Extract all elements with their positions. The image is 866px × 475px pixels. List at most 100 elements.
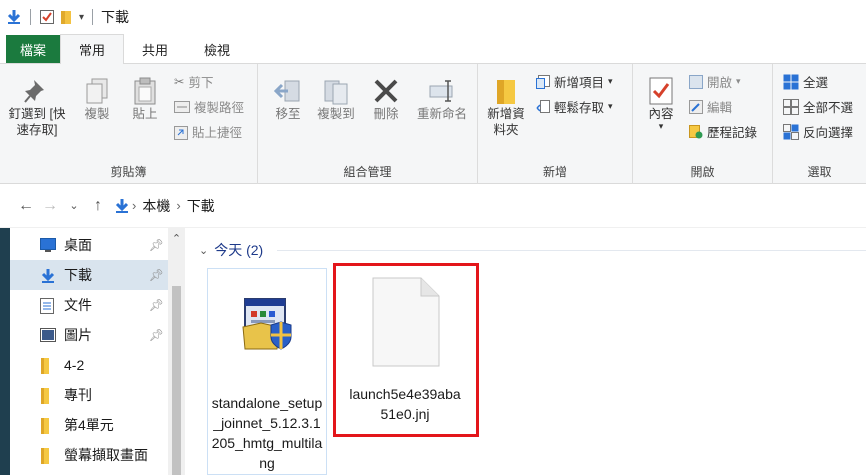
nav-item-label: 4-2	[64, 357, 85, 373]
tab-share[interactable]: 共用	[124, 35, 186, 63]
copy-path-button[interactable]: 複製路徑	[174, 97, 244, 116]
window-title: 下載	[101, 9, 130, 25]
nav-item-documents[interactable]: 文件 📌︎	[10, 290, 168, 320]
rename-icon	[429, 80, 453, 102]
documents-icon	[40, 298, 54, 314]
forward-arrow-icon[interactable]: →	[38, 197, 62, 215]
tab-view[interactable]: 檢視	[186, 35, 248, 63]
dropdown-arrow-icon: ▾	[736, 76, 741, 86]
ribbon-tabs: 檔案 常用 共用 檢視	[0, 34, 866, 64]
breadcrumb-separator-icon[interactable]: ›	[176, 198, 180, 213]
folder-icon	[41, 388, 49, 404]
clipboard-group-label: 剪貼簿	[110, 165, 147, 179]
nav-item-folder[interactable]: 第4單元	[10, 410, 168, 440]
divider	[30, 9, 31, 25]
file-name: standalone_setup_joinnet_5.12.3.1205_hmt…	[211, 395, 323, 471]
up-arrow-icon[interactable]: ↑	[86, 197, 110, 215]
breadcrumb-this-pc[interactable]: 本機	[142, 196, 170, 216]
select-all-button[interactable]: 全選	[783, 72, 828, 91]
paste-icon	[134, 77, 156, 105]
select-none-label: 全部不選	[803, 101, 854, 115]
new-folder-label: 新增資料夾	[487, 107, 525, 137]
cut-button[interactable]: ✂ 剪下	[174, 72, 214, 91]
paste-shortcut-label: 貼上捷徑	[192, 126, 243, 140]
pin-icon	[24, 80, 44, 103]
properties-icon	[649, 77, 673, 105]
download-arrow-icon[interactable]	[6, 9, 22, 25]
properties-button[interactable]: 內容 ▾	[641, 76, 681, 131]
scroll-up-icon[interactable]: ⌃	[168, 232, 185, 245]
open-button[interactable]: 開啟 ▾	[689, 72, 741, 91]
open-group: 內容 ▾ 開啟 ▾ 編輯 歷程記錄 開啟	[633, 64, 773, 184]
nav-item-downloads[interactable]: 下載 📌︎	[10, 260, 168, 290]
scissors-icon: ✂	[174, 75, 185, 89]
rename-button[interactable]: 重新命名	[412, 76, 472, 122]
tab-file[interactable]: 檔案	[6, 35, 61, 63]
pin-quick-access-label: 釘選到 [快速存取]	[8, 107, 66, 137]
pin-icon[interactable]: 📌︎	[149, 298, 164, 312]
pin-icon[interactable]: 📌︎	[149, 328, 164, 342]
copy-path-icon	[174, 100, 190, 113]
dropdown-arrow-icon: ▾	[608, 101, 613, 111]
title-bar: ▾ 下載	[0, 0, 866, 34]
history-button[interactable]: 歷程記錄	[689, 122, 757, 141]
pin-icon[interactable]: 📌︎	[149, 238, 164, 252]
delete-button[interactable]: 刪除	[368, 76, 404, 122]
pin-icon[interactable]: 📌︎	[149, 268, 164, 282]
paste-shortcut-button[interactable]: 貼上捷徑	[174, 122, 242, 141]
file-list: ⌄ 今天 (2) standalone_setup_joinnet_5.12.3…	[185, 228, 866, 475]
select-none-icon	[783, 98, 799, 115]
back-arrow-icon[interactable]: ←	[14, 197, 38, 215]
scroll-thumb[interactable]	[172, 286, 181, 475]
nav-item-folder[interactable]: 螢幕擷取畫面	[10, 440, 168, 470]
paste-shortcut-icon	[174, 125, 188, 140]
nav-item-label: 第4單元	[64, 417, 114, 433]
move-to-button[interactable]: 移至	[270, 76, 306, 122]
invert-selection-label: 反向選擇	[803, 126, 854, 140]
nav-item-folder[interactable]: 4-2	[10, 350, 168, 380]
tab-home[interactable]: 常用	[60, 34, 125, 64]
organize-group-label: 組合管理	[343, 165, 392, 179]
properties-check-icon[interactable]	[39, 9, 55, 25]
select-group: 全選 全部不選 反向選擇 選取	[773, 64, 866, 184]
downloads-location-icon	[115, 198, 129, 213]
history-label: 歷程記錄	[707, 126, 758, 140]
delete-label: 刪除	[373, 107, 399, 121]
copy-to-button[interactable]: 複製到	[312, 76, 360, 122]
dropdown-arrow-icon: ▾	[608, 76, 613, 86]
new-folder-button[interactable]: 新增資料夾	[484, 76, 528, 138]
nav-item-folder[interactable]: 專刊	[10, 380, 168, 410]
invert-selection-icon	[783, 123, 799, 140]
highlight-annotation	[333, 263, 479, 437]
easy-access-button[interactable]: 輕鬆存取 ▾	[536, 97, 613, 116]
copy-button[interactable]: 複製	[78, 76, 116, 122]
breadcrumb-separator-icon[interactable]: ›	[132, 198, 136, 213]
paste-label: 貼上	[132, 107, 158, 121]
pin-quick-access-button[interactable]: 釘選到 [快速存取]	[6, 76, 68, 138]
nav-item-pictures[interactable]: 圖片 📌︎	[10, 320, 168, 350]
divider	[92, 9, 94, 25]
recent-locations-chevron-icon[interactable]: ⌄	[62, 199, 86, 212]
rename-label: 重新命名	[416, 107, 467, 121]
new-item-button[interactable]: 新增項目 ▾	[536, 72, 613, 91]
open-label: 開啟	[707, 76, 733, 90]
easy-access-label: 輕鬆存取	[554, 101, 605, 115]
new-group-label: 新增	[542, 165, 567, 179]
move-to-label: 移至	[275, 107, 301, 121]
customize-dropdown-icon[interactable]: ▾	[79, 12, 84, 23]
nav-item-label: 螢幕擷取畫面	[64, 447, 148, 463]
edit-button[interactable]: 編輯	[689, 97, 732, 116]
nav-item-desktop[interactable]: 桌面 📌︎	[10, 230, 168, 260]
nav-item-label: 專刊	[64, 387, 92, 403]
paste-button[interactable]: 貼上	[126, 76, 164, 122]
file-item[interactable]: standalone_setup_joinnet_5.12.3.1205_hmt…	[207, 268, 327, 475]
chevron-down-icon: ⌄	[199, 244, 209, 257]
group-header-today[interactable]: ⌄ 今天 (2)	[199, 240, 263, 260]
folder-icon	[41, 418, 49, 434]
new-folder-icon[interactable]	[59, 9, 75, 25]
select-none-button[interactable]: 全部不選	[783, 97, 853, 116]
open-icon	[689, 74, 703, 89]
breadcrumb-downloads[interactable]: 下載	[187, 196, 215, 216]
invert-selection-button[interactable]: 反向選擇	[783, 122, 853, 141]
nav-scrollbar[interactable]: ⌃	[168, 228, 185, 475]
